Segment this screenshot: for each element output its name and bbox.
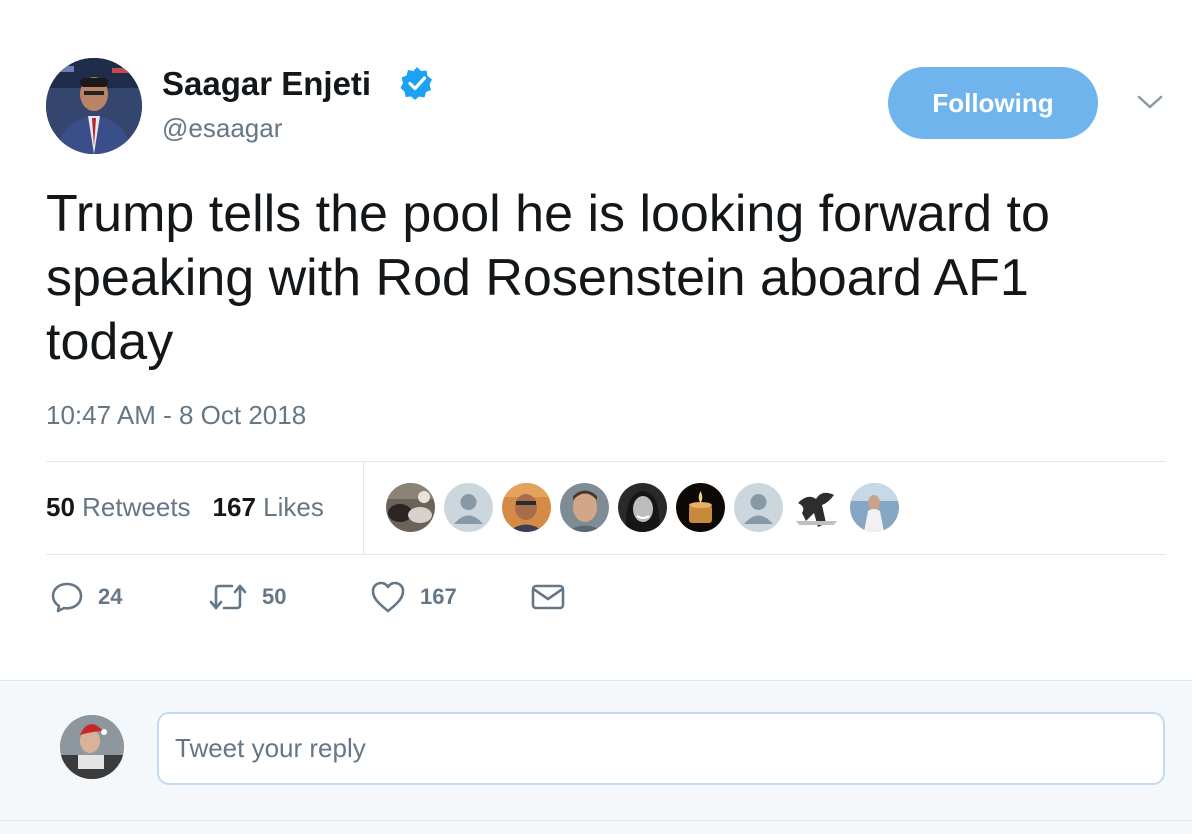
divider [46, 461, 1166, 462]
reply-count: 24 [98, 584, 123, 609]
verified-badge-icon [400, 67, 432, 100]
retweet-action[interactable]: 50 [208, 580, 286, 614]
author-avatar[interactable] [46, 58, 142, 154]
retweets-label: Retweets [82, 492, 191, 522]
like-count: 167 [420, 584, 457, 609]
liker-avatar[interactable] [560, 483, 609, 532]
reply-icon [51, 582, 83, 613]
likes-count: 167 [212, 492, 256, 522]
divider [363, 462, 364, 554]
current-user-avatar[interactable] [60, 715, 124, 779]
heart-icon [371, 581, 405, 613]
liker-avatar[interactable] [386, 483, 435, 532]
chevron-down-icon[interactable] [1136, 92, 1164, 112]
retweet-icon [209, 584, 247, 610]
liker-avatar[interactable] [850, 483, 899, 532]
likes-label: Likes [263, 492, 324, 522]
default-avatar[interactable] [734, 483, 783, 532]
author-name[interactable]: Saagar Enjeti [162, 64, 371, 104]
divider [46, 554, 1166, 555]
divider [0, 820, 1192, 821]
liker-avatar[interactable] [792, 483, 841, 532]
likers-list [386, 483, 899, 532]
liker-avatar[interactable] [618, 483, 667, 532]
reply-composer [0, 680, 1192, 834]
retweets-stat[interactable]: 50 Retweets [46, 490, 191, 524]
tweet-page: Saagar Enjeti @esaagar Following Trump t… [0, 0, 1192, 834]
liker-avatar[interactable] [502, 483, 551, 532]
default-avatar[interactable] [444, 483, 493, 532]
tweet-timestamp[interactable]: 10:47 AM - 8 Oct 2018 [46, 398, 306, 432]
following-button[interactable]: Following [888, 67, 1098, 139]
author-handle[interactable]: @esaagar [162, 112, 282, 144]
tweet-stats: 50 Retweets 167 Likes [46, 490, 324, 524]
tweet-text: Trump tells the pool he is looking forwa… [46, 185, 1050, 371]
direct-message-action[interactable] [530, 580, 566, 614]
reply-action[interactable]: 24 [50, 580, 122, 614]
envelope-icon [531, 584, 565, 610]
retweet-count: 50 [262, 584, 287, 609]
reply-input[interactable] [157, 712, 1165, 785]
likes-stat[interactable]: 167 Likes [213, 490, 324, 524]
retweets-count: 50 [46, 492, 75, 522]
candle-avatar[interactable] [676, 483, 725, 532]
like-action[interactable]: 167 [370, 580, 457, 614]
